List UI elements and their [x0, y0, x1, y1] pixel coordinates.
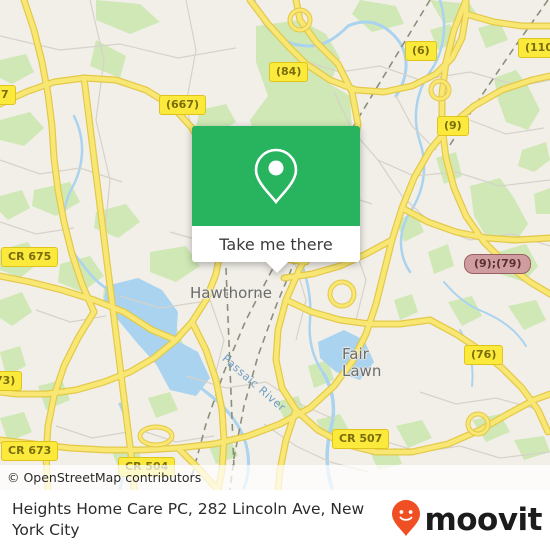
- route-shield[interactable]: (110): [518, 38, 550, 58]
- route-shield[interactable]: (84): [269, 62, 309, 82]
- callout-pointer-tail: [266, 262, 288, 273]
- take-me-there-label: Take me there: [219, 234, 333, 254]
- callout-image-panel[interactable]: [192, 126, 360, 226]
- route-shield[interactable]: 73): [0, 371, 23, 391]
- route-shield[interactable]: (9): [437, 116, 469, 136]
- take-me-there-button[interactable]: Take me there: [192, 226, 360, 262]
- route-shield[interactable]: CR 675: [1, 247, 59, 267]
- destination-callout-card[interactable]: Take me there: [192, 126, 360, 273]
- map-canvas[interactable]: Hawthorne Fair Lawn Passaic River (84) (…: [0, 0, 550, 490]
- map-attribution[interactable]: © OpenStreetMap contributors: [0, 465, 550, 490]
- route-shield[interactable]: 7: [0, 85, 16, 105]
- route-shield[interactable]: (76): [464, 345, 504, 365]
- footer-bar: Heights Home Care PC, 282 Lincoln Ave, N…: [0, 490, 550, 550]
- moovit-logo[interactable]: moovit: [391, 499, 542, 542]
- map-place-label: Fair Lawn: [342, 345, 382, 380]
- map-pin-icon: [252, 146, 300, 206]
- route-shield[interactable]: CR 507: [332, 429, 390, 449]
- route-shield[interactable]: CR 673: [1, 441, 59, 461]
- moovit-wordmark: moovit: [424, 501, 542, 538]
- route-shield[interactable]: (667): [159, 95, 207, 115]
- route-shield[interactable]: (9);(79): [464, 254, 532, 274]
- attribution-text: © OpenStreetMap contributors: [7, 470, 202, 485]
- moovit-pin-icon: [391, 499, 421, 542]
- route-shield[interactable]: (6): [405, 41, 437, 61]
- map-place-label: Hawthorne: [190, 284, 272, 302]
- location-title: Heights Home Care PC, 282 Lincoln Ave, N…: [12, 500, 365, 539]
- map-screenshot: Hawthorne Fair Lawn Passaic River (84) (…: [0, 0, 550, 550]
